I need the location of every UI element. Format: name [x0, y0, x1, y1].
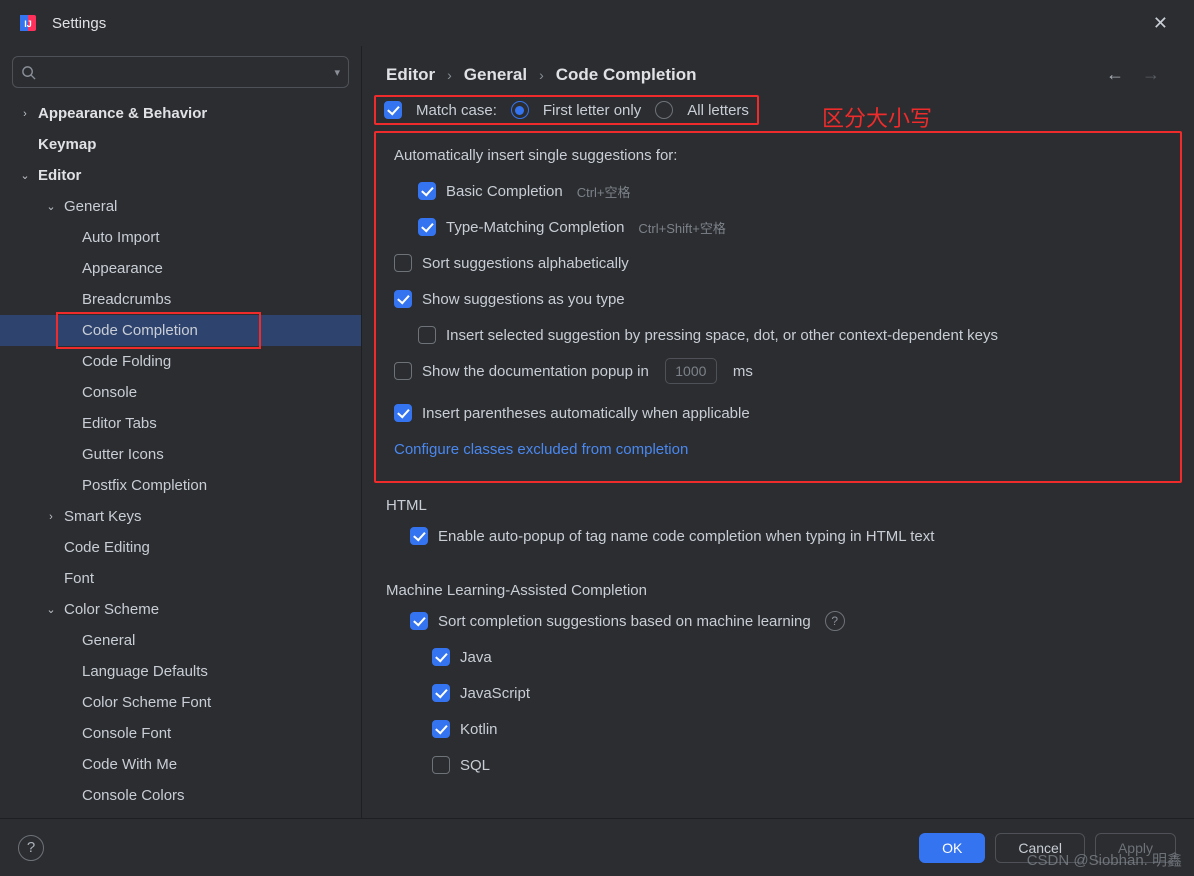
tree-font[interactable]: Font	[0, 563, 361, 594]
label-first-letter[interactable]: First letter only	[543, 102, 641, 119]
search-icon	[21, 65, 36, 80]
checkbox-ml-js[interactable]	[432, 684, 450, 702]
label-ml-sql: SQL	[460, 757, 490, 774]
tree-color-scheme[interactable]: ⌄Color Scheme	[0, 594, 361, 625]
crumb-general[interactable]: General	[464, 65, 527, 85]
checkbox-match-case[interactable]	[384, 101, 402, 119]
sidebar: ▾ ›Appearance & Behavior Keymap ⌄Editor …	[0, 46, 362, 818]
tree-appearance-behavior[interactable]: ›Appearance & Behavior	[0, 98, 361, 129]
help-icon[interactable]: ?	[825, 611, 845, 631]
tree-appearance-sub[interactable]: Appearance	[0, 253, 361, 284]
hint-type: Ctrl+Shift+空格	[638, 218, 725, 237]
checkbox-html-popup[interactable]	[410, 527, 428, 545]
checkbox-basic-completion[interactable]	[418, 182, 436, 200]
checkbox-ml-sort[interactable]	[410, 612, 428, 630]
chevron-right-icon: ›	[539, 67, 544, 83]
link-configure-excluded[interactable]: Configure classes excluded from completi…	[394, 441, 688, 458]
checkbox-sort-alpha[interactable]	[394, 254, 412, 272]
hint-basic: Ctrl+空格	[577, 182, 631, 201]
tree-code-editing[interactable]: Code Editing	[0, 532, 361, 563]
window-title: Settings	[52, 15, 106, 32]
footer: ? OK Cancel Apply	[0, 818, 1194, 876]
search-field[interactable]	[42, 64, 344, 80]
label-type-matching: Type-Matching Completion	[446, 219, 624, 236]
cancel-button[interactable]: Cancel	[995, 833, 1085, 863]
tree-auto-import[interactable]: Auto Import	[0, 222, 361, 253]
nav-back-icon[interactable]: ←	[1106, 64, 1124, 85]
tree-cs-color-scheme-font[interactable]: Color Scheme Font	[0, 687, 361, 718]
section-html: HTML	[374, 483, 1182, 518]
tree-console[interactable]: Console	[0, 377, 361, 408]
svg-text:IJ: IJ	[24, 19, 32, 29]
search-caret-icon: ▾	[334, 66, 340, 79]
label-auto-insert: Automatically insert single suggestions …	[394, 147, 677, 164]
label-show-as-type: Show suggestions as you type	[422, 291, 625, 308]
label-html-popup: Enable auto-popup of tag name code compl…	[438, 528, 934, 545]
label-all-letters[interactable]: All letters	[687, 102, 749, 119]
label-show-doc-popup: Show the documentation popup in	[422, 363, 649, 380]
label-ml-java: Java	[460, 649, 492, 666]
tree-postfix-completion[interactable]: Postfix Completion	[0, 470, 361, 501]
tree-smart-keys[interactable]: ›Smart Keys	[0, 501, 361, 532]
search-input[interactable]: ▾	[12, 56, 349, 88]
annotation-match-case: 区分大小写	[822, 101, 932, 133]
chevron-right-icon: ›	[447, 67, 452, 83]
crumb-editor[interactable]: Editor	[386, 65, 435, 85]
checkbox-show-as-type[interactable]	[394, 290, 412, 308]
close-icon[interactable]: ✕	[1145, 9, 1176, 38]
tree-cs-console-font[interactable]: Console Font	[0, 718, 361, 749]
checkbox-ml-sql[interactable]	[432, 756, 450, 774]
breadcrumb: Editor › General › Code Completion ← →	[362, 46, 1194, 95]
annotation-box-match-case: Match case: First letter only All letter…	[374, 95, 759, 125]
checkbox-show-doc-popup[interactable]	[394, 362, 412, 380]
apply-button: Apply	[1095, 833, 1176, 863]
label-insert-paren: Insert parentheses automatically when ap…	[422, 405, 750, 422]
radio-first-letter[interactable]	[511, 101, 529, 119]
checkbox-ml-java[interactable]	[432, 648, 450, 666]
label-insert-by-keys: Insert selected suggestion by pressing s…	[446, 327, 998, 344]
tree-code-completion[interactable]: Code Completion	[0, 315, 361, 346]
checkbox-insert-paren[interactable]	[394, 404, 412, 422]
help-button[interactable]: ?	[18, 835, 44, 861]
tree-editor[interactable]: ⌄Editor	[0, 160, 361, 191]
tree-cs-general[interactable]: General	[0, 625, 361, 656]
tree-code-folding[interactable]: Code Folding	[0, 346, 361, 377]
label-sort-alpha: Sort suggestions alphabetically	[422, 255, 629, 272]
nav-forward-icon: →	[1142, 64, 1160, 85]
tree-gutter-icons[interactable]: Gutter Icons	[0, 439, 361, 470]
section-ml: Machine Learning-Assisted Completion	[374, 554, 1182, 603]
label-basic-completion: Basic Completion	[446, 183, 563, 200]
label-ms: ms	[733, 363, 753, 380]
radio-all-letters[interactable]	[655, 101, 673, 119]
tree-general[interactable]: ⌄General	[0, 191, 361, 222]
app-icon: IJ	[18, 13, 38, 33]
settings-tree[interactable]: ›Appearance & Behavior Keymap ⌄Editor ⌄G…	[0, 94, 361, 818]
label-match-case: Match case:	[416, 102, 497, 119]
tree-keymap[interactable]: Keymap	[0, 129, 361, 160]
tree-breadcrumbs[interactable]: Breadcrumbs	[0, 284, 361, 315]
titlebar: IJ Settings ✕	[0, 0, 1194, 46]
checkbox-insert-by-keys[interactable]	[418, 326, 436, 344]
ok-button[interactable]: OK	[919, 833, 985, 863]
input-doc-delay[interactable]	[665, 358, 717, 384]
tree-cs-console-colors[interactable]: Console Colors	[0, 780, 361, 811]
checkbox-ml-kotlin[interactable]	[432, 720, 450, 738]
checkbox-type-matching[interactable]	[418, 218, 436, 236]
annotation-box-main: Automatically insert single suggestions …	[374, 131, 1182, 483]
crumb-code-completion: Code Completion	[556, 65, 697, 85]
tree-editor-tabs[interactable]: Editor Tabs	[0, 408, 361, 439]
tree-cs-code-with-me[interactable]: Code With Me	[0, 749, 361, 780]
label-ml-kotlin: Kotlin	[460, 721, 498, 738]
label-ml-sort: Sort completion suggestions based on mac…	[438, 613, 811, 630]
label-ml-js: JavaScript	[460, 685, 530, 702]
tree-cs-language-defaults[interactable]: Language Defaults	[0, 656, 361, 687]
